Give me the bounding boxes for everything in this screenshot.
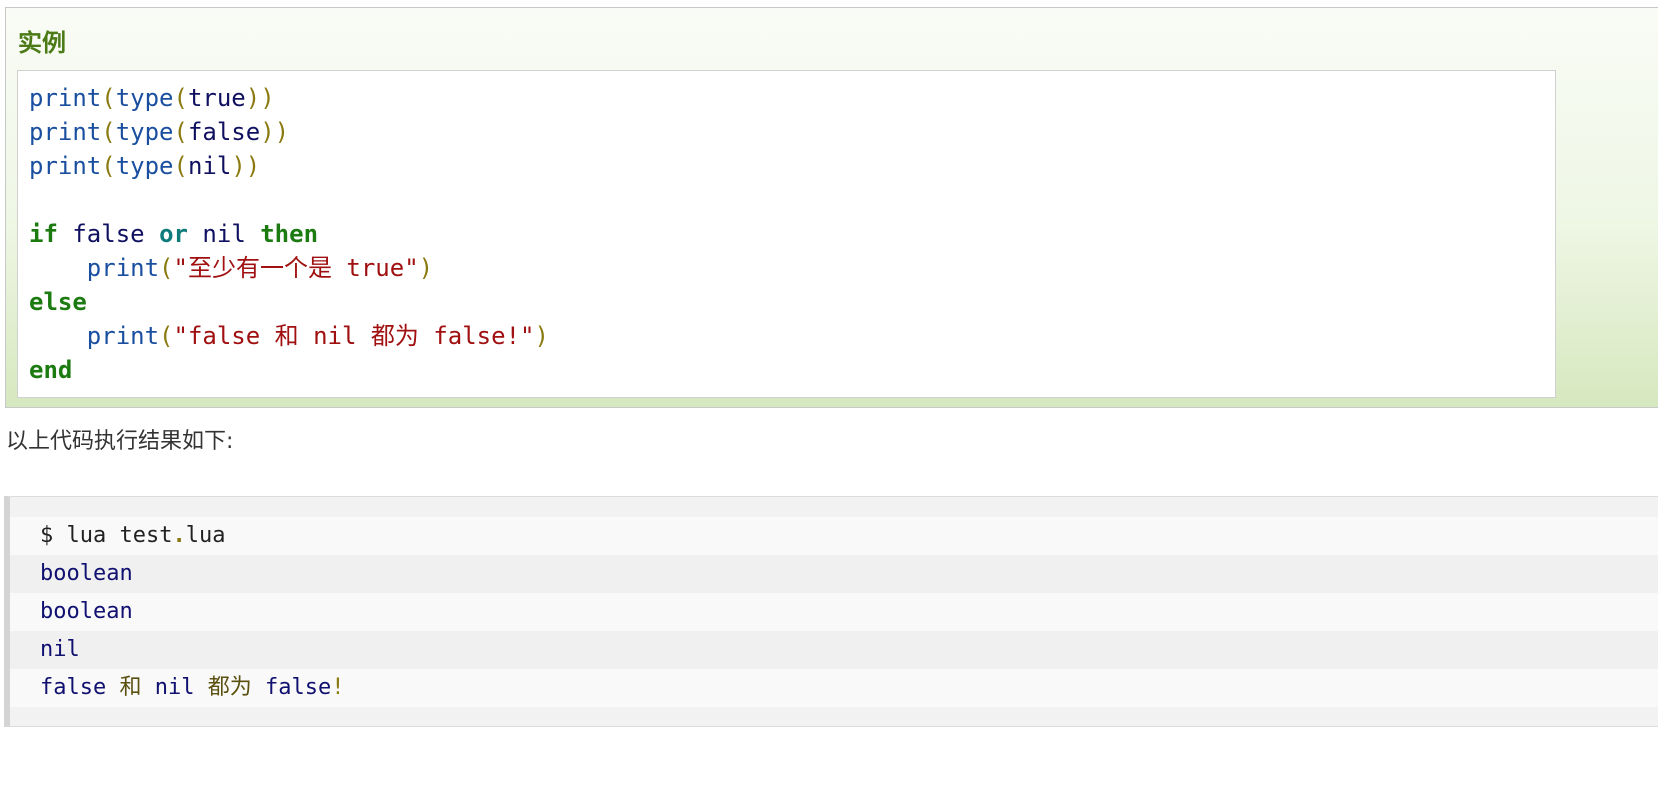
code-line: end	[29, 353, 1555, 387]
code-paren: ))	[260, 118, 290, 146]
example-title: 实例	[18, 29, 66, 57]
code-function: print	[86, 254, 160, 282]
code-paren: (	[159, 322, 174, 350]
output-command: $ lua test	[40, 523, 173, 548]
code-keyword: else	[29, 288, 87, 316]
code-keyword: if	[29, 220, 58, 248]
code-string: "至少有一个是 true"	[173, 254, 419, 282]
code-paren: (	[101, 84, 116, 112]
output-line: boolean	[10, 555, 1658, 593]
code-constant: nil	[187, 152, 232, 180]
code-constant: nil	[187, 220, 261, 248]
code-keyword: end	[29, 356, 73, 384]
code-line: print("至少有一个是 true")	[29, 251, 1555, 285]
code-constant: true	[187, 84, 246, 112]
code-paren: ))	[231, 152, 261, 180]
output-value: boolean	[40, 561, 133, 586]
code-line: print(type(false))	[29, 115, 1555, 149]
code-paren: )	[534, 322, 549, 350]
code-function: print	[29, 152, 102, 180]
code-function: print	[86, 322, 160, 350]
code-paren: (	[173, 84, 188, 112]
output-dot: .	[172, 523, 186, 548]
code-line: print(type(nil))	[29, 149, 1555, 183]
code-line: if false or nil then	[29, 217, 1555, 251]
code-paren: (	[159, 254, 174, 282]
output-value: false	[40, 675, 120, 700]
output-value: boolean	[40, 599, 133, 624]
code-block: print(type(true)) print(type(false)) pri…	[17, 70, 1556, 398]
code-string: "false 和 nil 都为 false!"	[173, 322, 535, 350]
code-paren: (	[101, 152, 116, 180]
output-value: nil	[141, 675, 208, 700]
code-function: print	[29, 84, 102, 112]
output-line: $ lua test.lua	[10, 517, 1658, 555]
output-value: nil	[40, 637, 80, 662]
output-line: boolean	[10, 593, 1658, 631]
code-constant: false	[57, 220, 160, 248]
example-box: 实例 print(type(true)) print(type(false)) …	[5, 7, 1658, 408]
code-function: print	[29, 118, 102, 146]
code-function: type	[115, 118, 174, 146]
output-command-ext: lua	[185, 523, 226, 548]
result-description: 以上代码执行结果如下:	[6, 429, 234, 454]
output-value: false	[251, 675, 332, 700]
code-line: else	[29, 285, 1555, 319]
output-line: nil	[10, 631, 1658, 669]
code-paren: (	[173, 118, 188, 146]
code-paren: (	[173, 152, 188, 180]
code-line: print(type(true))	[29, 81, 1555, 115]
output-cjk: 都为	[207, 675, 252, 700]
output-cjk: 和	[119, 675, 142, 700]
code-function: type	[115, 152, 174, 180]
output-block: $ lua test.lua boolean boolean nil false…	[4, 496, 1658, 727]
code-paren: )	[418, 254, 434, 282]
output-line: false 和 nil 都为 false!	[10, 669, 1658, 707]
code-operator: or	[159, 220, 188, 248]
code-line: print("false 和 nil 都为 false!")	[29, 319, 1555, 353]
code-keyword: then	[260, 220, 319, 248]
code-constant: false	[187, 118, 261, 146]
code-paren: (	[101, 118, 116, 146]
code-paren: ))	[245, 84, 275, 112]
output-exclamation: !	[331, 675, 345, 700]
code-function: type	[115, 84, 174, 112]
